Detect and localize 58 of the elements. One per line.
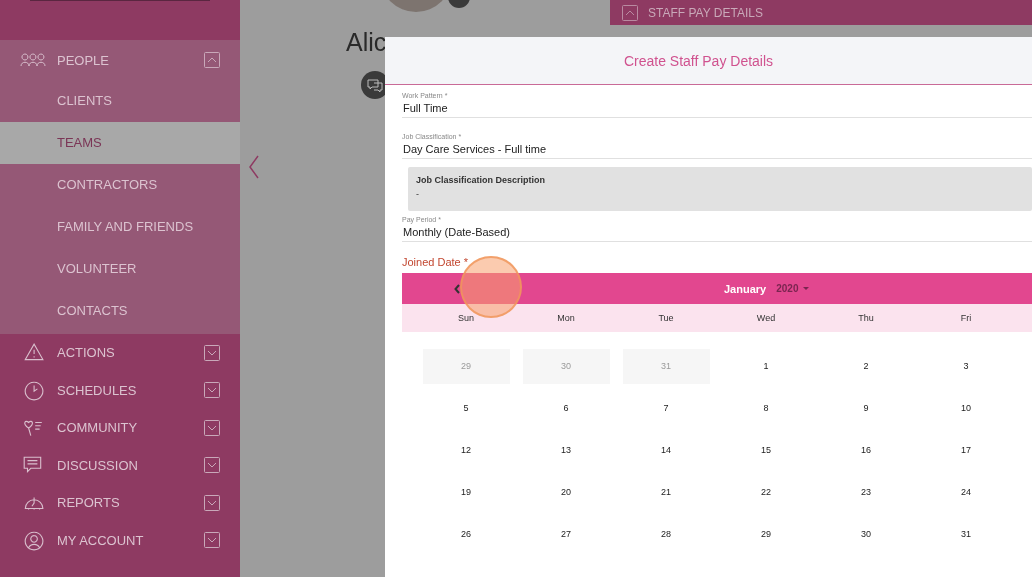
calendar-day[interactable]: 5 (422, 390, 510, 426)
dialog-title: Create Staff Pay Details (623, 52, 774, 69)
month-label: January (724, 282, 767, 295)
sidebar-item[interactable]: COMMUNITY (57, 420, 204, 436)
calendar-day[interactable]: 12 (422, 432, 510, 468)
collapse-toggle-icon[interactable] (204, 52, 220, 68)
expand-toggle-icon[interactable] (204, 344, 220, 361)
calendar-day[interactable]: 29 (722, 516, 810, 552)
expand-toggle-icon[interactable] (204, 532, 220, 549)
people-icon (20, 53, 46, 67)
calendar-day[interactable]: 9 (822, 390, 910, 426)
calendar-day[interactable]: 23 (822, 474, 910, 510)
calendar-day[interactable]: 30 (822, 516, 910, 552)
weekday-label: Mon (556, 313, 576, 323)
calendar-day[interactable]: 19 (422, 474, 510, 510)
weekday-label: Wed (755, 313, 777, 323)
sidebar-item[interactable]: DISCUSSION (57, 457, 204, 473)
weekday-label: Sun (457, 313, 475, 323)
calendar-day[interactable]: 24 (922, 474, 1010, 510)
caret-icon (803, 286, 810, 291)
sidebar-subitem[interactable]: TEAMS (0, 122, 240, 164)
previous-month-icon[interactable] (454, 284, 460, 294)
calendar-day[interactable]: 6 (522, 390, 610, 426)
calendar-day[interactable]: 27 (522, 516, 610, 552)
calendar-day[interactable]: 16 (822, 432, 910, 468)
weekday-label: Fri (959, 313, 973, 323)
calendar-day[interactable]: 17 (922, 432, 1010, 468)
weekday-label: Tue (657, 313, 675, 323)
calendar-day[interactable]: 20 (522, 474, 610, 510)
calendar-day[interactable]: 31 (922, 516, 1010, 552)
sidebar-item[interactable]: REPORTS (57, 495, 204, 511)
calendar-day[interactable]: 14 (622, 432, 710, 468)
calendar-day[interactable]: 7 (622, 390, 710, 426)
field-label: Joined Date * (402, 256, 470, 268)
profile-name: Alic (346, 28, 387, 57)
weekday-label: Thu (857, 313, 875, 323)
section-title: STAFF PAY DETAILS (648, 5, 763, 20)
expand-toggle-icon[interactable] (204, 382, 220, 399)
calendar-day[interactable]: 28 (622, 516, 710, 552)
calendar-day[interactable]: 22 (722, 474, 810, 510)
expand-toggle-icon[interactable] (204, 457, 220, 474)
calendar-day[interactable]: 26 (422, 516, 510, 552)
expand-toggle-icon[interactable] (204, 419, 220, 436)
calendar-day[interactable]: 10 (922, 390, 1010, 426)
collapse-toggle-icon[interactable] (622, 4, 638, 21)
calendar-day[interactable]: 2 (822, 348, 910, 384)
calendar-day[interactable]: 3 (922, 348, 1010, 384)
sidebar-item[interactable]: MY ACCOUNT (57, 532, 204, 548)
calendar-day[interactable]: 13 (522, 432, 610, 468)
sidebar-item[interactable]: SCHEDULES (57, 382, 204, 398)
calendar-day[interactable]: 15 (722, 432, 810, 468)
calendar-day[interactable]: 21 (622, 474, 710, 510)
calendar-day[interactable]: 8 (722, 390, 810, 426)
description-value: - (416, 189, 420, 199)
description-label: Job Classification Description (416, 175, 547, 185)
expand-toggle-icon[interactable] (204, 494, 220, 511)
calendar-day[interactable]: 1 (722, 348, 810, 384)
sidebar-item[interactable]: ACTIONS (57, 345, 204, 361)
